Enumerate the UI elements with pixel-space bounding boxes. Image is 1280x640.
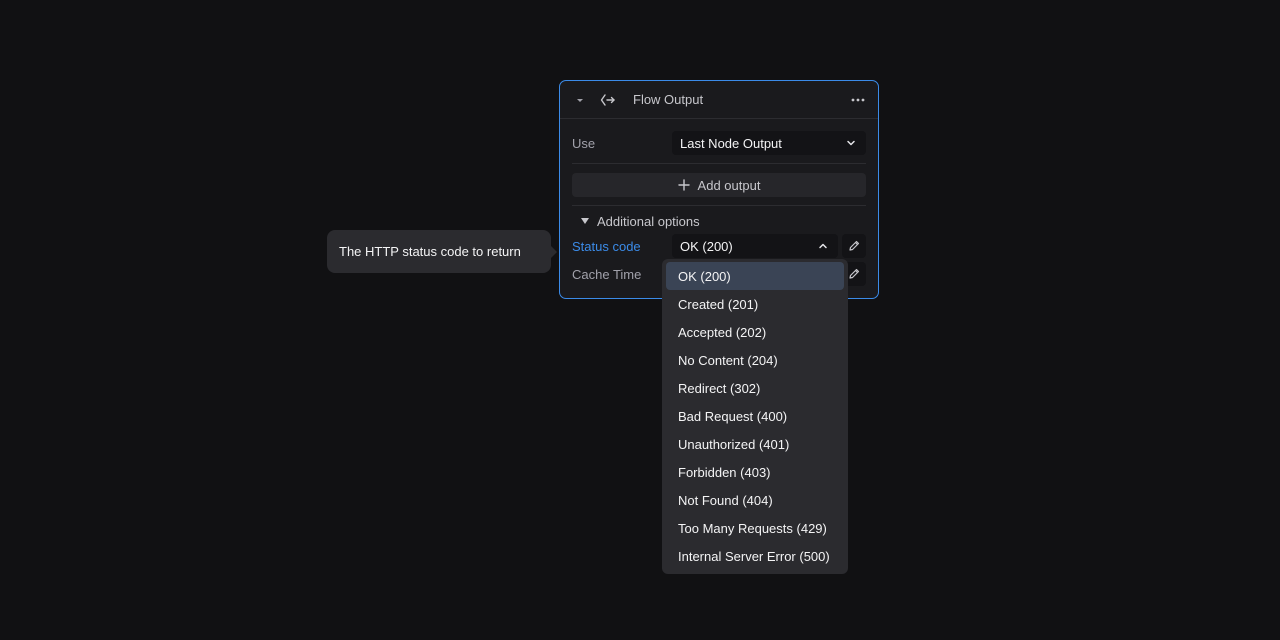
use-label: Use	[572, 136, 596, 151]
collapse-chevron-icon[interactable]	[574, 94, 586, 106]
dropdown-option[interactable]: Unauthorized (401)	[666, 430, 844, 458]
caret-down-icon	[581, 218, 589, 224]
node-header: Flow Output	[560, 81, 878, 119]
additional-options-label: Additional options	[597, 214, 700, 229]
status-code-value: OK (200)	[680, 239, 733, 254]
pencil-icon	[849, 268, 860, 279]
node-title: Flow Output	[633, 92, 704, 107]
status-code-dropdown: OK (200) Created (201) Accepted (202) No…	[662, 259, 848, 574]
status-code-edit-button[interactable]	[842, 234, 866, 258]
status-code-tooltip: The HTTP status code to return	[327, 230, 557, 273]
dropdown-option[interactable]: Internal Server Error (500)	[666, 542, 844, 570]
dropdown-option[interactable]: Forbidden (403)	[666, 458, 844, 486]
dropdown-option[interactable]: Created (201)	[666, 290, 844, 318]
dropdown-option[interactable]: Redirect (302)	[666, 374, 844, 402]
tooltip-text: The HTTP status code to return	[339, 244, 521, 259]
output-exit-icon	[600, 94, 615, 106]
divider	[572, 205, 866, 206]
cache-time-label: Cache Time	[572, 267, 642, 282]
use-select[interactable]: Last Node Output	[672, 131, 866, 155]
dropdown-option[interactable]: Accepted (202)	[666, 318, 844, 346]
chevron-down-icon	[847, 140, 855, 146]
additional-options-toggle[interactable]: Additional options	[580, 214, 700, 229]
status-code-label: Status code	[572, 239, 641, 254]
dropdown-option[interactable]: OK (200)	[666, 262, 844, 290]
plus-icon	[677, 179, 690, 191]
pencil-icon	[849, 240, 860, 251]
more-options-icon[interactable]	[850, 93, 866, 107]
status-code-select[interactable]: OK (200)	[672, 234, 838, 258]
divider	[572, 163, 866, 164]
add-output-label: Add output	[697, 178, 761, 193]
dropdown-option[interactable]: No Content (204)	[666, 346, 844, 374]
dropdown-option[interactable]: Not Found (404)	[666, 486, 844, 514]
use-select-value: Last Node Output	[680, 136, 782, 151]
dropdown-option[interactable]: Bad Request (400)	[666, 402, 844, 430]
chevron-up-icon	[819, 243, 827, 249]
dropdown-option[interactable]: Too Many Requests (429)	[666, 514, 844, 542]
add-output-button[interactable]: Add output	[572, 173, 866, 197]
